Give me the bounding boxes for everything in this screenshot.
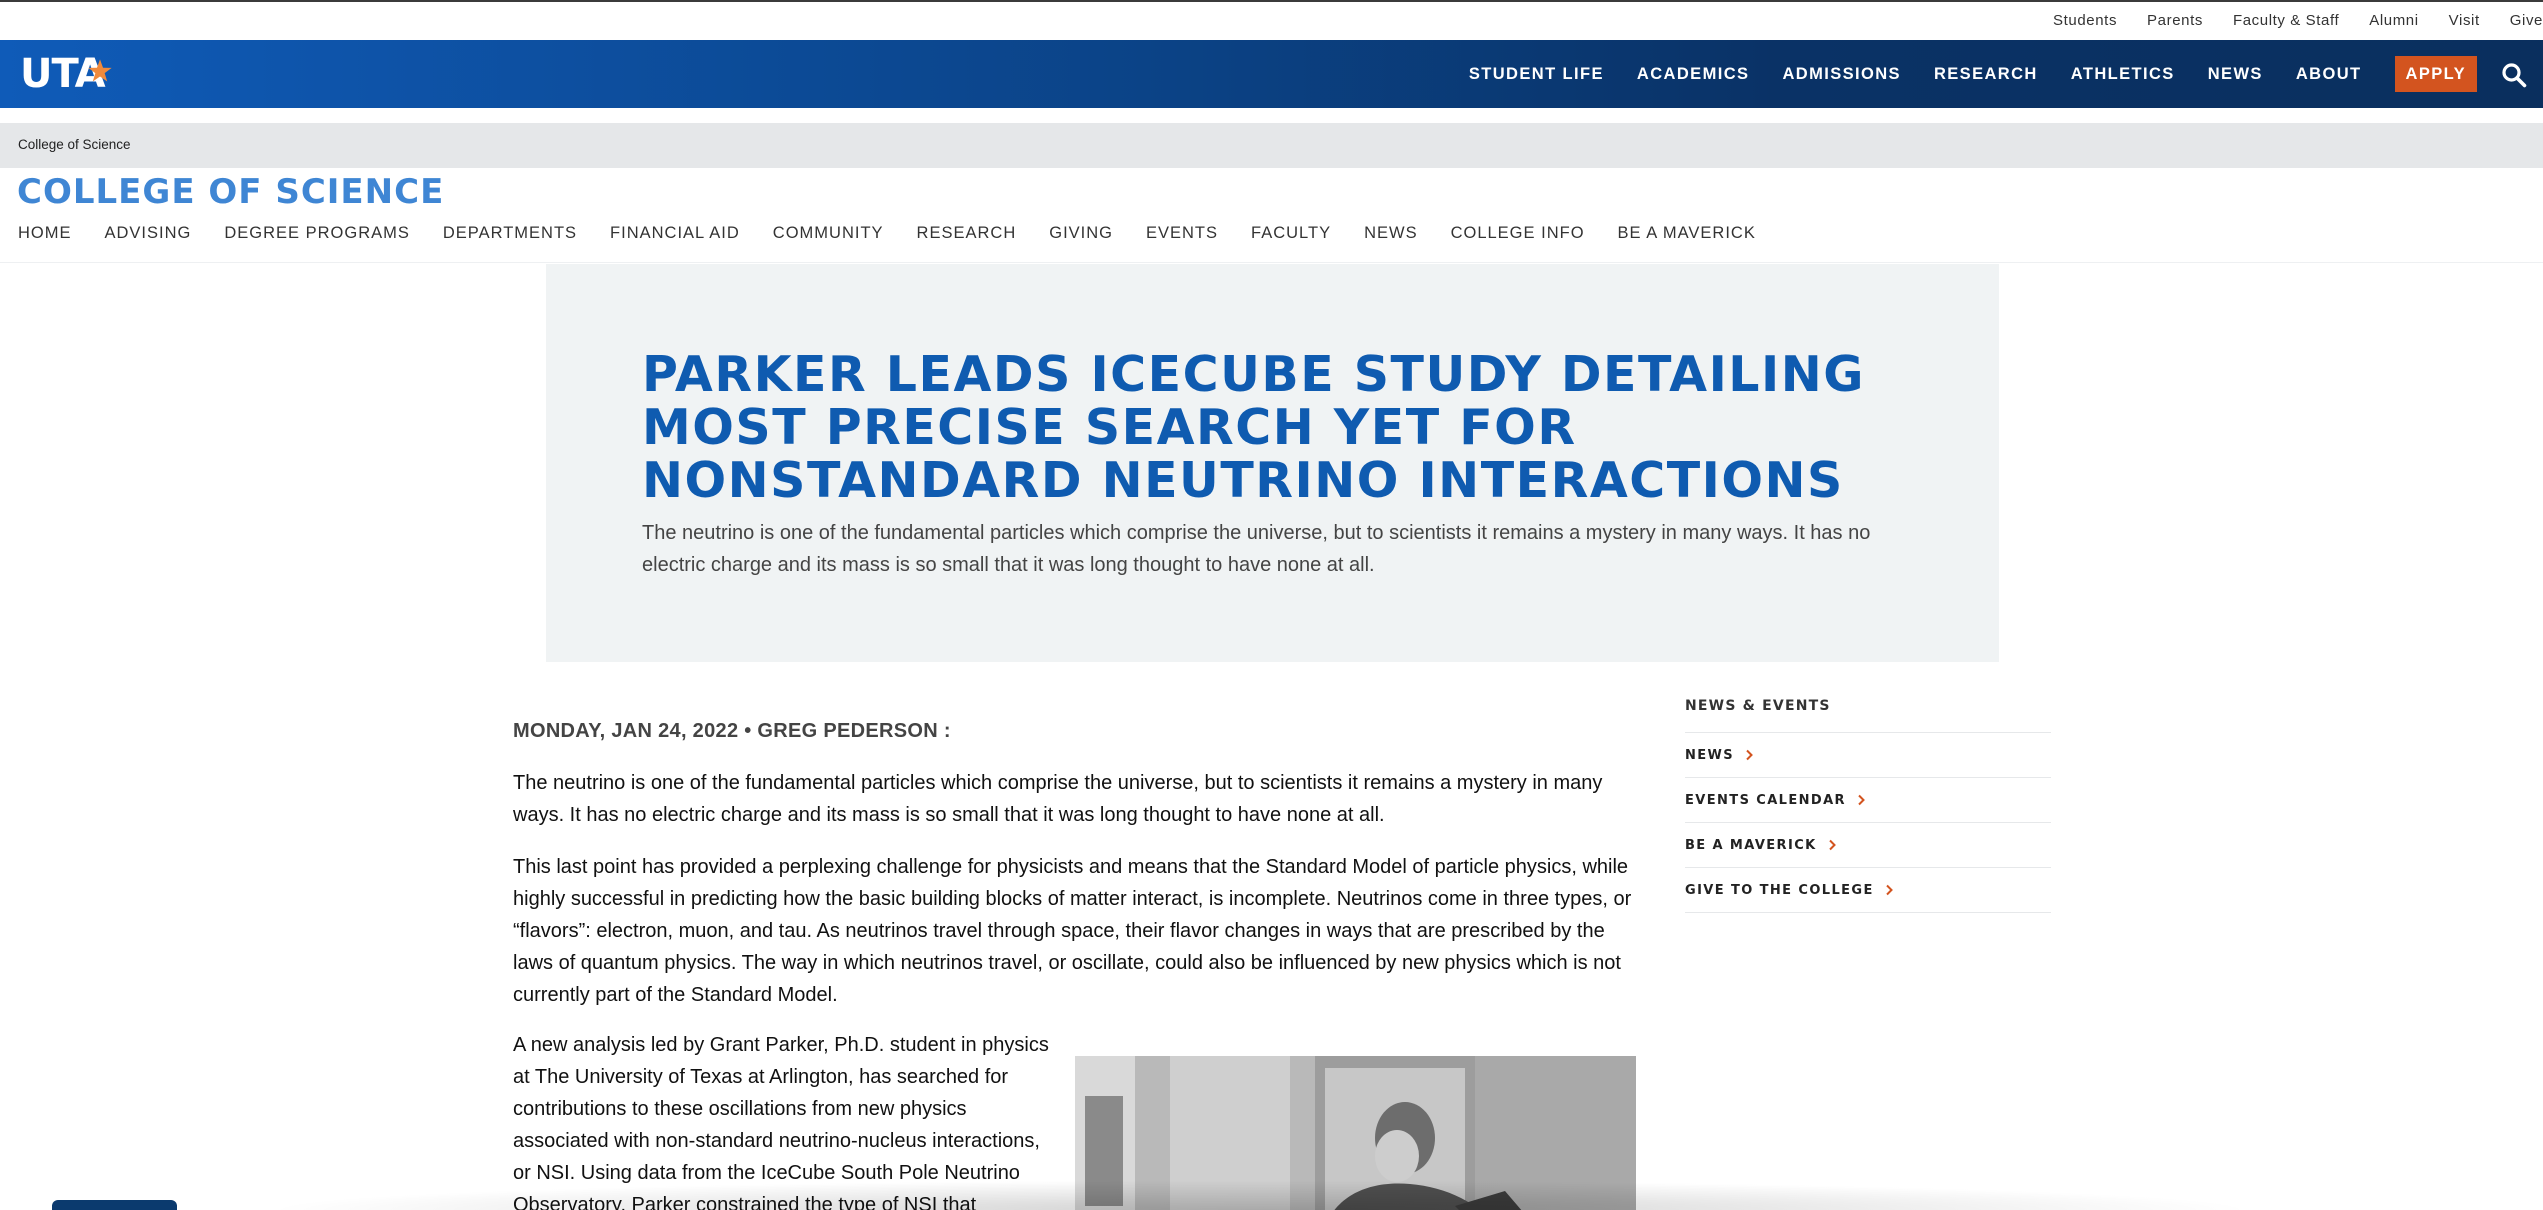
utility-link-faculty-staff[interactable]: Faculty & Staff [2233,12,2339,29]
star-icon [88,59,112,82]
sidebar-link-label: GIVE TO THE COLLEGE [1685,882,1874,898]
article-title: PARKER LEADS ICECUBE STUDY DETAILING MOS… [642,346,1865,509]
article-paragraph: The neutrino is one of the fundamental p… [513,772,1603,826]
chevron-right-icon [1746,749,1753,761]
search-icon[interactable] [2501,62,2527,88]
apply-button[interactable]: APPLY [2394,56,2477,92]
utility-bar: Students Parents Faculty & Staff Alumni … [0,2,2543,40]
article-paragraph: This last point has provided a perplexin… [513,856,1632,1006]
photo-presenter [1075,1056,1636,1210]
sidebar-link-be-a-maverick[interactable]: BE A MAVERICK [1685,823,2051,868]
chat-tab[interactable] [52,1200,177,1210]
sidebar-link-events-calendar[interactable]: EVENTS CALENDAR [1685,778,2051,823]
utility-link-students[interactable]: Students [2053,12,2117,29]
sidebar-link-label: EVENTS CALENDAR [1685,792,1846,808]
sidebar-link-label: NEWS [1685,747,1735,763]
college-nav-departments[interactable]: DEPARTMENTS [443,224,577,243]
chevron-right-icon [1886,884,1893,896]
article-photo [1075,1056,1636,1210]
nav-admissions[interactable]: ADMISSIONS [1782,65,1901,84]
nav-athletics[interactable]: ATHLETICS [2071,65,2175,84]
nav-news[interactable]: NEWS [2208,65,2263,84]
college-nav-financial-aid[interactable]: FINANCIAL AID [610,224,740,243]
breadcrumb: College of Science [0,123,2543,168]
utility-nav: Students Parents Faculty & Staff Alumni … [2053,12,2543,29]
sidebar-link-news[interactable]: NEWS [1685,733,2051,778]
college-nav-degree-programs[interactable]: DEGREE PROGRAMS [224,224,410,243]
college-nav-be-a-maverick[interactable]: BE A MAVERICK [1618,224,1756,243]
college-nav-community[interactable]: COMMUNITY [773,224,884,243]
college-title[interactable]: COLLEGE OF SCIENCE [17,172,444,212]
article-paragraph: A new analysis led by Grant Parker, Ph.D… [513,1034,1049,1210]
college-nav-events[interactable]: EVENTS [1146,224,1218,243]
breadcrumb-college-of-science[interactable]: College of Science [18,137,131,152]
college-nav-college-info[interactable]: COLLEGE INFO [1451,224,1585,243]
college-nav-research[interactable]: RESEARCH [917,224,1017,243]
article-hero: PARKER LEADS ICECUBE STUDY DETAILING MOS… [546,264,1999,662]
news-events-sidebar: NEWS & EVENTS NEWS EVENTS CALENDAR BE A … [1685,698,2051,913]
nav-research[interactable]: RESEARCH [1934,65,2038,84]
nav-about[interactable]: ABOUT [2296,65,2362,84]
college-nav-faculty[interactable]: FACULTY [1251,224,1331,243]
utility-link-give[interactable]: Give [2510,12,2543,29]
sidebar-link-give-to-the-college[interactable]: GIVE TO THE COLLEGE [1685,868,2051,913]
college-nav-news[interactable]: NEWS [1364,224,1418,243]
sidebar-link-label: BE A MAVERICK [1685,837,1817,853]
article-summary: The neutrino is one of the fundamental p… [642,522,1871,576]
main-header: UTA STUDENT LIFE ACADEMICS ADMISSIONS RE… [0,40,2543,108]
college-nav: HOME ADVISING DEGREE PROGRAMS DEPARTMENT… [18,224,1789,243]
nav-student-life[interactable]: STUDENT LIFE [1469,65,1604,84]
chevron-right-icon [1858,794,1865,806]
utility-link-parents[interactable]: Parents [2147,12,2203,29]
nav-divider [0,262,2543,263]
article-byline: MONDAY, JAN 24, 2022 • GREG PEDERSON : [513,720,951,742]
chevron-right-icon [1828,839,1836,851]
college-nav-advising[interactable]: ADVISING [105,224,192,243]
uta-logo[interactable]: UTA [20,51,112,97]
main-nav: STUDENT LIFE ACADEMICS ADMISSIONS RESEAR… [1436,40,2477,108]
utility-link-alumni[interactable]: Alumni [2369,12,2418,29]
sidebar-heading: NEWS & EVENTS [1685,698,1831,714]
college-nav-giving[interactable]: GIVING [1049,224,1113,243]
college-nav-home[interactable]: HOME [18,224,72,243]
nav-academics[interactable]: ACADEMICS [1637,65,1750,84]
utility-link-visit[interactable]: Visit [2449,12,2480,29]
